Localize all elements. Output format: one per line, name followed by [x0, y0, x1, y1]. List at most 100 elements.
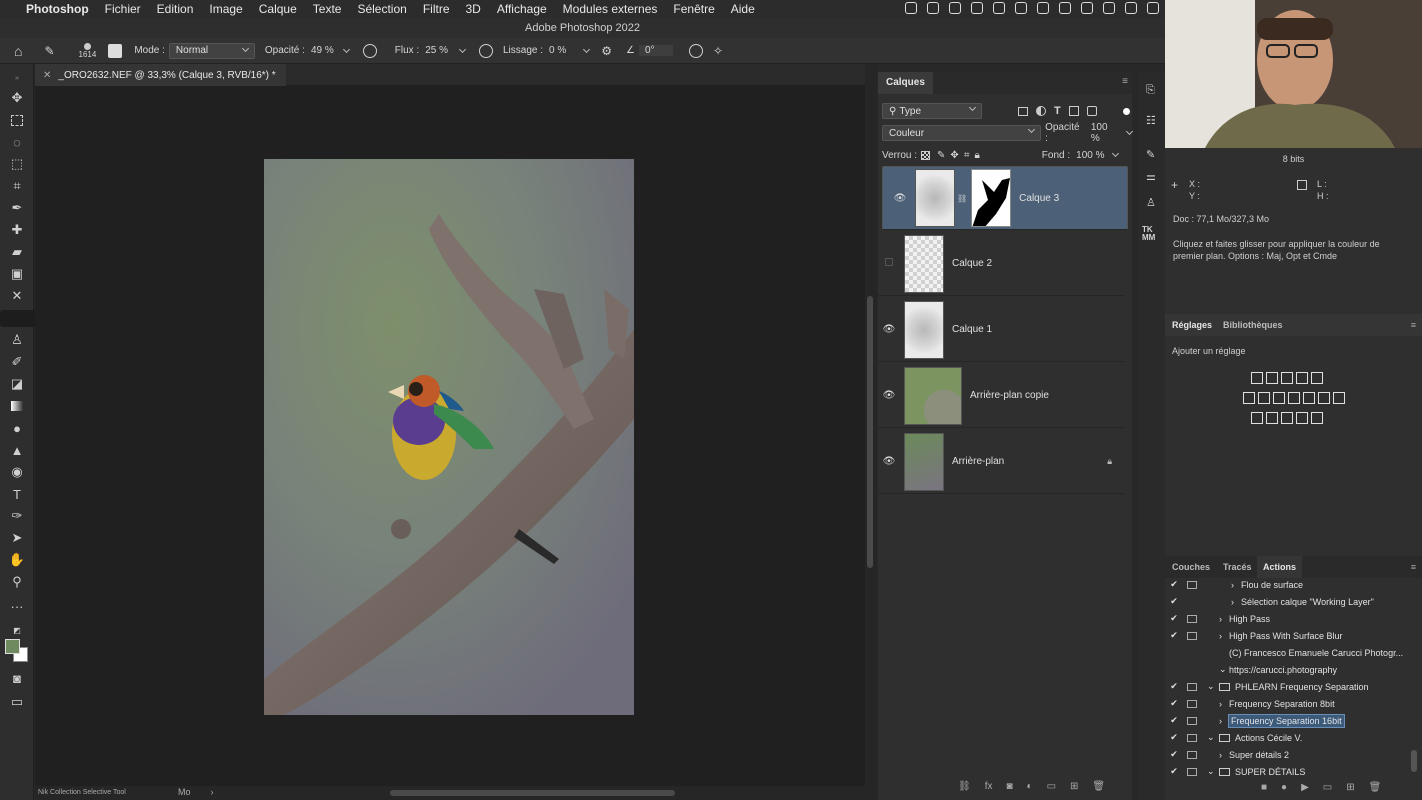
filter-smart-icon[interactable] [1086, 106, 1097, 116]
chevron-down-icon[interactable]: ⌄ [1207, 766, 1217, 777]
action-row[interactable]: ✔ › Flou de surface [1165, 576, 1422, 593]
action-row[interactable]: ✔ ⌄ PHLEARN Frequency Separation [1165, 678, 1422, 695]
dialog-toggle-icon[interactable] [1187, 580, 1197, 589]
checkmark-icon[interactable]: ✔ [1165, 732, 1183, 743]
lock-paint-icon[interactable]: ✎ [937, 150, 945, 161]
invert-icon[interactable] [1251, 412, 1263, 424]
dialog-toggle-icon[interactable] [1187, 733, 1197, 742]
smoothing-value[interactable]: 0 % [549, 45, 566, 56]
chevron-right-icon[interactable]: › [1219, 750, 1229, 760]
tray-icon[interactable] [1103, 2, 1115, 14]
fx-icon[interactable]: fx [985, 781, 993, 792]
chevron-down-icon[interactable] [342, 45, 350, 53]
adjustment-layer-icon[interactable]: ◐ [1027, 781, 1033, 792]
vertical-scroll-thumb[interactable] [867, 296, 873, 568]
horizontal-scroll-thumb[interactable] [390, 790, 675, 796]
tab-actions[interactable]: Actions [1257, 556, 1303, 578]
marquee-tool-icon[interactable] [9, 112, 25, 128]
chevron-right-icon[interactable]: › [1219, 631, 1229, 641]
vibrance-icon[interactable] [1311, 372, 1323, 384]
checkmark-icon[interactable]: ✔ [1165, 715, 1183, 726]
chevron-down-icon[interactable] [458, 45, 467, 53]
lasso-tool-icon[interactable]: ◌ [9, 134, 25, 150]
action-row[interactable]: ⌄ https://carucci.photography [1165, 661, 1422, 678]
action-row[interactable]: ✔ ⌄ Actions Cécile V. [1165, 729, 1422, 746]
actions-scroll-thumb[interactable] [1411, 750, 1417, 772]
checkmark-icon[interactable]: ✔ [1165, 613, 1183, 624]
layer-row[interactable]: Calque 2 [878, 232, 1124, 296]
grid-icon[interactable] [1333, 392, 1345, 404]
chevron-right-icon[interactable]: › [1219, 614, 1229, 624]
angle-input[interactable]: 0° [638, 45, 673, 56]
eye-icon[interactable]: 👁︎ [878, 456, 900, 467]
filter-shape-icon[interactable] [1068, 106, 1079, 116]
menu-fen-tre[interactable]: Fenêtre [673, 2, 714, 16]
brush-preset-picker[interactable]: 1614 [79, 42, 96, 59]
folder-icon[interactable]: ▭ [1323, 782, 1332, 793]
blur-tool-icon[interactable]: ● [9, 420, 25, 436]
dialog-toggle-icon[interactable] [1187, 631, 1197, 640]
panel-menu-icon[interactable]: ≡ [1122, 76, 1128, 87]
clone-source-icon[interactable]: ♙ [1146, 196, 1156, 209]
layer-opacity-value[interactable]: 100 % [1091, 122, 1119, 144]
zoom-tool-icon[interactable]: ⚲ [9, 574, 25, 590]
collapse-icon[interactable]: » [9, 70, 25, 86]
brushes-icon[interactable]: ⚌ [1146, 170, 1156, 183]
eraser-tool-icon[interactable]: ◪ [9, 376, 25, 392]
layer-row[interactable]: 👁︎ Calque 1 [878, 298, 1124, 362]
bw-icon[interactable] [1273, 392, 1285, 404]
app-menu[interactable]: Photoshop [26, 2, 89, 16]
layer-thumbnail[interactable] [904, 432, 944, 491]
pen-tool-icon[interactable]: ◉ [9, 464, 25, 480]
brush-settings-icon[interactable]: ✎ [1146, 148, 1155, 161]
chevron-right-icon[interactable]: › [1231, 580, 1241, 590]
color-lookup-icon[interactable] [1318, 392, 1330, 404]
canvas-area[interactable] [35, 86, 865, 786]
lock-pixels-icon[interactable] [921, 150, 931, 160]
menu-texte[interactable]: Texte [313, 2, 342, 16]
airbrush-icon[interactable] [478, 43, 493, 58]
menu-fichier[interactable]: Fichier [105, 2, 141, 16]
direct-select-tool-icon[interactable]: ➤ [9, 530, 25, 546]
content-aware-move-icon[interactable]: ✕ [9, 288, 25, 304]
crop-tool-icon[interactable]: ⌗ [9, 178, 25, 194]
flow-value[interactable]: 25 % [425, 45, 448, 56]
hand-tool-icon[interactable]: ✋ [9, 552, 25, 568]
menu-calque[interactable]: Calque [259, 2, 297, 16]
chevron-down-icon[interactable]: ⌄ [1207, 732, 1217, 743]
tray-icon[interactable] [1037, 2, 1049, 14]
action-row[interactable]: (C) Francesco Emanuele Carucci Photogr..… [1165, 644, 1422, 661]
chevron-right-icon[interactable]: › [211, 787, 214, 797]
stamp-pattern-tool-icon[interactable]: ▣ [9, 266, 25, 282]
menu-3d[interactable]: 3D [466, 2, 481, 16]
layer-thumbnail[interactable] [904, 234, 944, 293]
checkmark-icon[interactable]: ✔ [1165, 630, 1183, 641]
posterize-icon[interactable] [1266, 412, 1278, 424]
tab-libraries[interactable]: Bibliothèques [1223, 320, 1283, 330]
blend-mode-select[interactable]: Couleur [882, 125, 1042, 141]
trash-icon[interactable]: 🗑︎ [1369, 782, 1382, 793]
menu-filtre[interactable]: Filtre [423, 2, 450, 16]
tray-icon[interactable] [971, 2, 983, 14]
gradient-map-icon[interactable] [1311, 412, 1323, 424]
new-layer-icon[interactable]: ⊞ [1070, 781, 1078, 792]
mode-select[interactable]: Normal [168, 42, 255, 59]
dialog-toggle-icon[interactable] [1187, 716, 1197, 725]
record-icon[interactable]: ● [1281, 782, 1287, 793]
link-icon[interactable]: ⛓︎ [957, 194, 967, 203]
layer-thumbnail[interactable] [904, 300, 944, 359]
tray-icon[interactable] [1147, 2, 1159, 14]
brush-tool-icon[interactable]: ✎ [44, 44, 54, 58]
checkmark-icon[interactable]: ✔ [1165, 698, 1183, 709]
filter-image-icon[interactable] [1018, 106, 1028, 116]
link-layers-icon[interactable]: ⛓︎ [958, 781, 971, 792]
quick-mask-icon[interactable]: ◙ [9, 670, 25, 686]
symmetry-icon[interactable]: ✧ [713, 44, 723, 58]
add-mask-icon[interactable]: ◙ [1006, 781, 1012, 792]
checkmark-icon[interactable]: ✔ [1165, 596, 1183, 607]
dialog-toggle-icon[interactable] [1187, 750, 1197, 759]
layer-mask-thumbnail[interactable] [971, 169, 1012, 227]
tray-icon[interactable] [905, 2, 917, 14]
tab-adjustments[interactable]: Réglages [1172, 320, 1212, 330]
layer-row[interactable]: 👁︎ ⛓︎ Calque 3 [882, 166, 1128, 230]
